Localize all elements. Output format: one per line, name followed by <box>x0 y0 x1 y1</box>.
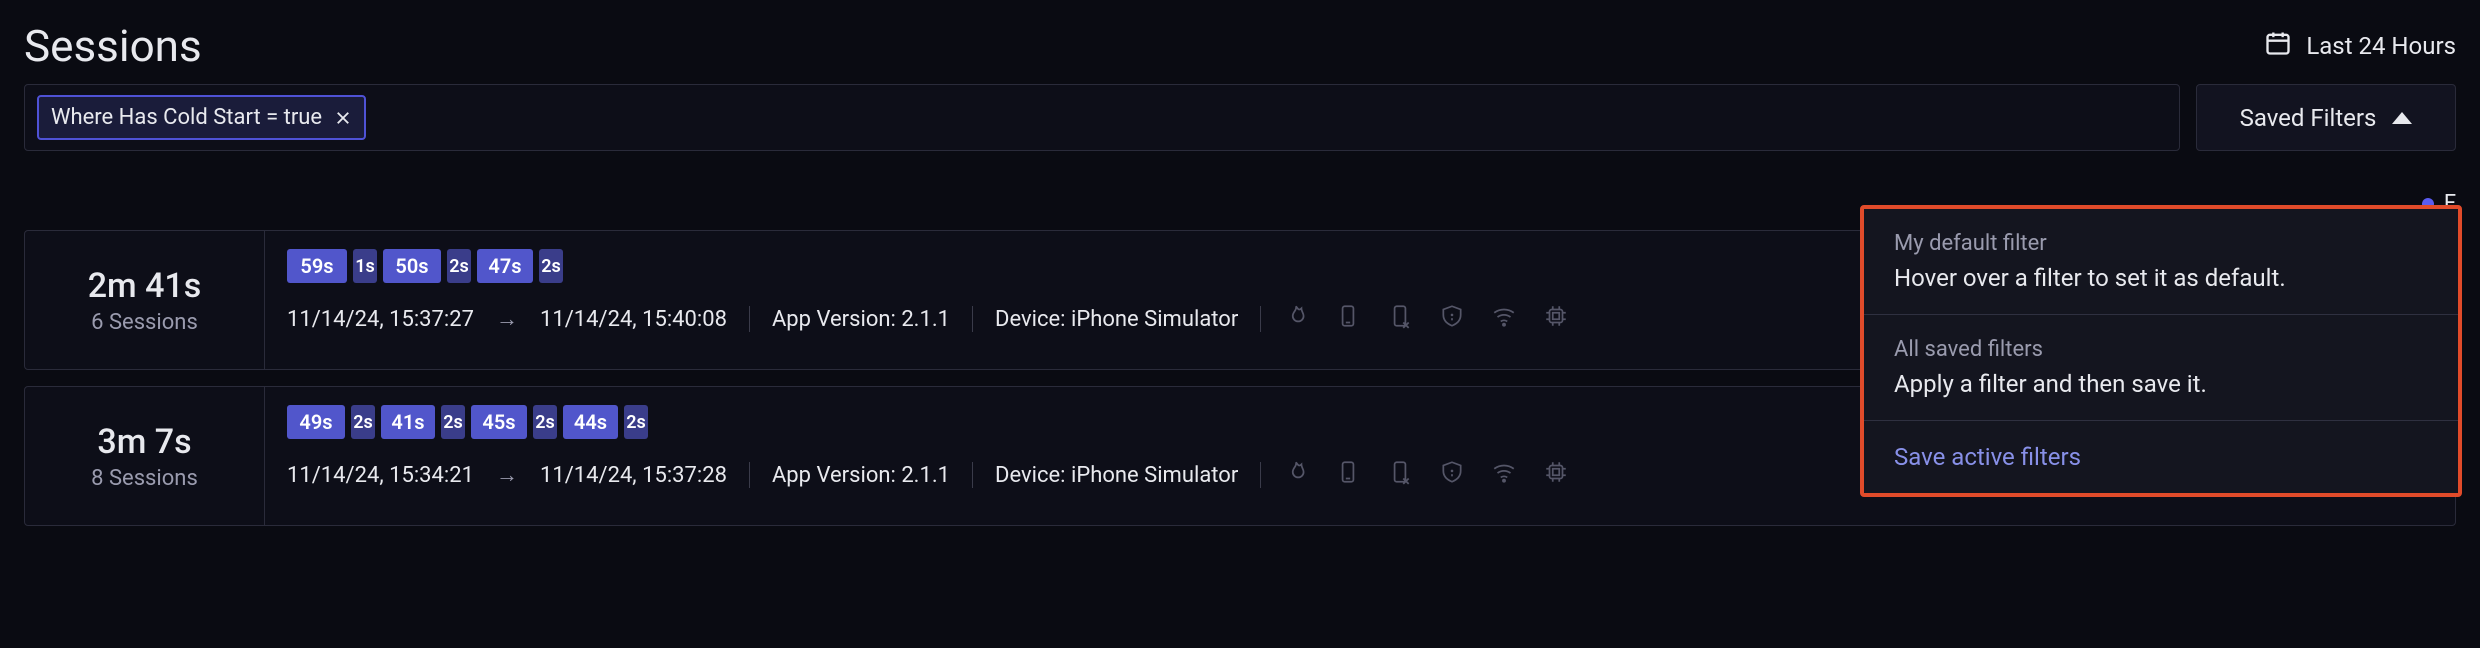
segment[interactable]: 50s <box>383 249 441 283</box>
all-saved-filters-section: All saved filters Apply a filter and the… <box>1864 315 2458 421</box>
all-saved-filters-hint: Apply a filter and then save it. <box>1894 370 2428 398</box>
wifi-icon <box>1491 303 1517 335</box>
session-end: 11/14/24, 15:37:28 <box>540 463 727 488</box>
session-count: 6 Sessions <box>91 310 198 335</box>
time-range-label: Last 24 Hours <box>2306 32 2456 60</box>
arrow-right-icon: → <box>496 306 518 332</box>
divider <box>972 462 973 488</box>
shield-icon <box>1439 459 1465 491</box>
segment[interactable]: 49s <box>287 405 345 439</box>
divider <box>749 306 750 332</box>
saved-filters-label: Saved Filters <box>2240 104 2377 132</box>
segment[interactable]: 2s <box>351 405 375 439</box>
session-start: 11/14/24, 15:37:27 <box>287 307 474 332</box>
segment[interactable]: 2s <box>447 249 471 283</box>
segment[interactable]: 41s <box>381 405 435 439</box>
arrow-right-icon: → <box>496 462 518 488</box>
filter-input[interactable]: Where Has Cold Start = true <box>24 84 2180 151</box>
default-filter-section: My default filter Hover over a filter to… <box>1864 209 2458 315</box>
session-duration: 3m 7s <box>97 422 191 462</box>
chip-icon <box>1543 303 1569 335</box>
fire-icon <box>1283 303 1309 335</box>
save-active-filters-link[interactable]: Save active filters <box>1894 443 2428 471</box>
segment[interactable]: 59s <box>287 249 347 283</box>
filter-chip[interactable]: Where Has Cold Start = true <box>37 95 366 140</box>
phone-icon <box>1335 303 1361 335</box>
phone-cancel-icon <box>1387 459 1413 491</box>
wifi-icon <box>1491 459 1517 491</box>
segment[interactable]: 47s <box>477 249 533 283</box>
segment[interactable]: 2s <box>539 249 563 283</box>
shield-icon <box>1439 303 1465 335</box>
time-range-selector[interactable]: Last 24 Hours <box>2264 29 2456 63</box>
session-summary: 3m 7s 8 Sessions <box>25 387 265 525</box>
divider <box>1260 462 1261 488</box>
app-version: App Version: 2.1.1 <box>772 463 950 488</box>
session-count: 8 Sessions <box>91 466 198 491</box>
save-active-filters-section: Save active filters <box>1864 421 2458 493</box>
saved-filters-button[interactable]: Saved Filters <box>2196 84 2456 151</box>
device: Device: iPhone Simulator <box>995 463 1238 488</box>
chip-icon <box>1543 459 1569 491</box>
calendar-icon <box>2264 29 2292 63</box>
app-version: App Version: 2.1.1 <box>772 307 950 332</box>
filter-chip-text: Where Has Cold Start = true <box>51 105 322 130</box>
all-saved-filters-label: All saved filters <box>1894 337 2428 362</box>
divider <box>1260 306 1261 332</box>
segment[interactable]: 45s <box>471 405 527 439</box>
session-status-icons <box>1283 303 1569 335</box>
divider <box>972 306 973 332</box>
session-duration: 2m 41s <box>88 266 202 306</box>
segment[interactable]: 2s <box>441 405 465 439</box>
close-icon[interactable] <box>334 109 352 127</box>
saved-filters-dropdown: My default filter Hover over a filter to… <box>1860 205 2462 497</box>
divider <box>749 462 750 488</box>
default-filter-label: My default filter <box>1894 231 2428 256</box>
segment[interactable]: 1s <box>353 249 377 283</box>
segment[interactable]: 44s <box>563 405 618 439</box>
phone-icon <box>1335 459 1361 491</box>
session-summary: 2m 41s 6 Sessions <box>25 231 265 369</box>
session-end: 11/14/24, 15:40:08 <box>540 307 727 332</box>
default-filter-hint: Hover over a filter to set it as default… <box>1894 264 2428 292</box>
phone-cancel-icon <box>1387 303 1413 335</box>
session-start: 11/14/24, 15:34:21 <box>287 463 474 488</box>
page-title: Sessions <box>24 20 202 72</box>
segment[interactable]: 2s <box>533 405 557 439</box>
chevron-up-icon <box>2392 112 2412 124</box>
device: Device: iPhone Simulator <box>995 307 1238 332</box>
session-status-icons <box>1283 459 1569 491</box>
fire-icon <box>1283 459 1309 491</box>
segment[interactable]: 2s <box>624 405 648 439</box>
